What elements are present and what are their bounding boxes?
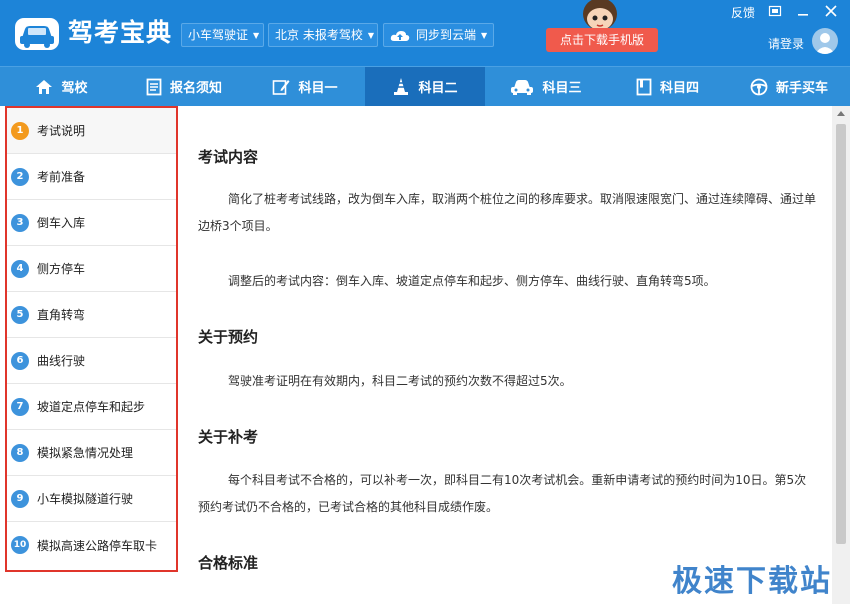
cone-icon [394, 77, 409, 95]
section-title-pass-standard: 合格标准 [198, 554, 259, 572]
login-link[interactable]: 请登录 [768, 35, 804, 52]
home-icon [36, 79, 53, 94]
tab-subject-one[interactable]: 科目一 [245, 67, 365, 106]
tab-subject-three[interactable]: 科目三 [485, 67, 607, 106]
item-number-badge: 3 [11, 213, 29, 232]
content-panel: 考试内容 简化了桩考考试线路，改为倒车入库，取消两个桩位之间的移库要求。取消限速… [180, 106, 831, 604]
watermark: 极速下载站 [672, 564, 832, 599]
sidebar-item-label: 倒车入库 [37, 216, 86, 230]
item-number-badge: 4 [11, 259, 29, 278]
scroll-thumb[interactable] [836, 124, 846, 544]
sidebar: 1 考试说明 2 考前准备 3 倒车入库 4 侧方停车 5 直角转弯 6 曲线行… [5, 106, 178, 572]
item-number-badge: 6 [11, 351, 29, 370]
content-scrollbar[interactable] [832, 106, 850, 604]
tab-subject-two[interactable]: 科目二 [365, 67, 485, 106]
tab-label: 新手买车 [775, 81, 828, 96]
sidebar-item-right-angle-turn[interactable]: 5 直角转弯 [7, 292, 176, 338]
sidebar-item-label: 直角转弯 [37, 308, 86, 322]
sidebar-item-tunnel[interactable]: 9 小车模拟隧道行驶 [7, 476, 176, 522]
mascot-face-icon [583, 0, 617, 30]
sidebar-item-label: 考试说明 [37, 124, 86, 138]
tab-driving-school[interactable]: 驾校 [0, 67, 123, 106]
section-title-booking: 关于预约 [198, 328, 259, 346]
main-nav: 驾校 报名须知 科目一 科目二 科目三 科目四 新手买车 [0, 66, 850, 106]
item-number-badge: 8 [11, 443, 29, 462]
chevron-down-icon: ▼ [253, 30, 260, 40]
car-logo-icon [15, 18, 59, 50]
sidebar-item-curve-driving[interactable]: 6 曲线行驶 [7, 338, 176, 384]
sidebar-item-label: 侧方停车 [37, 262, 86, 276]
feedback-link[interactable]: 反馈 [731, 4, 755, 21]
sidebar-item-label: 坡道定点停车和起步 [37, 400, 146, 414]
book-icon [636, 78, 652, 95]
license-type-value: 小车驾驶证 [188, 28, 249, 42]
tab-label: 驾校 [61, 81, 88, 96]
item-number-badge: 10 [11, 536, 29, 554]
section-title-exam-content: 考试内容 [198, 148, 259, 166]
pencil-icon [273, 79, 290, 95]
steering-wheel-icon [750, 78, 768, 95]
avatar[interactable] [812, 28, 838, 54]
chevron-down-icon: ▼ [367, 30, 374, 40]
section-title-retake: 关于补考 [198, 428, 259, 446]
sidebar-item-label: 模拟紧急情况处理 [37, 446, 134, 460]
sidebar-item-exam-info[interactable]: 1 考试说明 [7, 108, 176, 154]
title-bar: 驾考宝典 小车驾驶证 ▼ 北京 未报考驾校 ▼ 同步到云端 ▼ 点击下载手机版 反馈 … [0, 0, 850, 66]
scroll-up-icon[interactable] [832, 106, 850, 122]
document-icon [146, 78, 162, 95]
tab-label: 科目一 [298, 81, 338, 96]
user-icon [815, 33, 835, 54]
sidebar-item-label: 考前准备 [37, 170, 86, 184]
paragraph: 每个科目考试不合格的，可以补考一次，即科目二有10次考试机会。重新申请考试的预约… [198, 473, 807, 514]
tab-label: 科目二 [418, 81, 458, 96]
skin-icon[interactable] [768, 4, 782, 18]
sidebar-item-label: 小车模拟隧道行驶 [37, 492, 134, 506]
tab-registration[interactable]: 报名须知 [123, 67, 245, 106]
car-icon [511, 79, 534, 95]
tab-label: 科目四 [659, 81, 699, 96]
location-value: 北京 未报考驾校 [275, 28, 363, 42]
chevron-down-icon: ▼ [481, 30, 488, 40]
sidebar-item-preparation[interactable]: 2 考前准备 [7, 154, 176, 200]
app-title: 驾考宝典 [68, 18, 173, 47]
item-number-badge: 5 [11, 305, 29, 324]
sidebar-item-emergency[interactable]: 8 模拟紧急情况处理 [7, 430, 176, 476]
cloud-upload-icon [390, 30, 410, 41]
tab-buy-car[interactable]: 新手买车 [728, 67, 850, 106]
license-type-dropdown[interactable]: 小车驾驶证 ▼ [181, 23, 264, 47]
sync-cloud-dropdown[interactable]: 同步到云端 ▼ [383, 23, 494, 47]
sidebar-item-hill-start[interactable]: 7 坡道定点停车和起步 [7, 384, 176, 430]
minimize-icon[interactable] [796, 4, 810, 18]
sidebar-item-reverse-parking[interactable]: 3 倒车入库 [7, 200, 176, 246]
paragraph: 驾驶准考证明在有效期内，科目二考试的预约次数不得超过5次。 [228, 374, 572, 388]
close-icon[interactable] [824, 4, 838, 18]
item-number-badge: 2 [11, 167, 29, 186]
sync-label: 同步到云端 [416, 28, 477, 42]
item-number-badge: 9 [11, 489, 29, 508]
paragraph: 简化了桩考考试线路，改为倒车入库，取消两个桩位之间的移库要求。取消限速限宽门、通… [198, 192, 817, 233]
tab-label: 科目三 [542, 81, 582, 96]
sidebar-item-side-parking[interactable]: 4 侧方停车 [7, 246, 176, 292]
location-dropdown[interactable]: 北京 未报考驾校 ▼ [268, 23, 378, 47]
item-number-badge: 7 [11, 397, 29, 416]
sidebar-item-label: 模拟高速公路停车取卡 [37, 538, 158, 553]
sidebar-item-highway-toll[interactable]: 10 模拟高速公路停车取卡 [7, 522, 176, 568]
download-mobile-button[interactable]: 点击下载手机版 [546, 28, 658, 52]
item-number-badge: 1 [11, 121, 29, 140]
sidebar-item-label: 曲线行驶 [37, 354, 86, 368]
paragraph: 调整后的考试内容：倒车入库、坡道定点停车和起步、侧方停车、曲线行驶、直角转弯5项… [228, 274, 716, 288]
tab-subject-four[interactable]: 科目四 [607, 67, 728, 106]
tab-label: 报名须知 [169, 81, 222, 96]
